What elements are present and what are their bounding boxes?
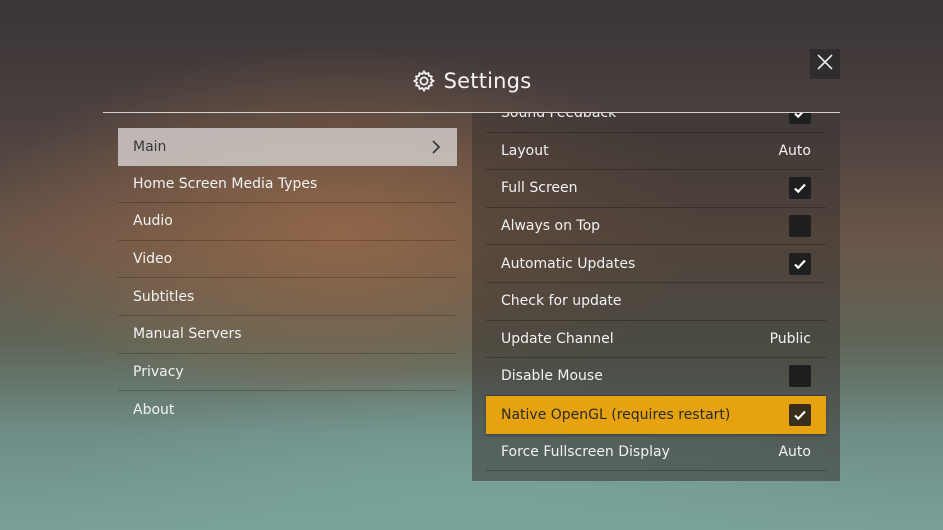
native-opengl-checkbox[interactable] <box>789 403 811 426</box>
setting-label: Full Screen <box>501 180 578 197</box>
checkmark-icon <box>794 410 806 421</box>
close-button[interactable] <box>810 49 840 79</box>
setting-row-always-on-top[interactable]: Always on Top <box>486 208 826 246</box>
disable-mouse-checkbox[interactable] <box>789 365 811 388</box>
dialog-title: Settings <box>443 69 532 93</box>
setting-label: Check for update <box>501 293 622 310</box>
setting-label: Native OpenGL (requires restart) <box>501 406 731 423</box>
setting-row-full-screen[interactable]: Full Screen <box>486 170 826 208</box>
sidebar-item-about[interactable]: About <box>118 391 457 429</box>
sidebar-item-label: Video <box>133 251 173 268</box>
full-screen-checkbox[interactable] <box>789 177 811 200</box>
checkmark-icon <box>794 184 806 194</box>
checkmark-icon <box>794 259 806 269</box>
setting-row-layout[interactable]: Layout Auto <box>486 133 826 171</box>
sidebar-item-home-screen-media-types[interactable]: Home Screen Media Types <box>118 166 457 204</box>
checkmark-icon <box>794 113 804 119</box>
setting-value: Public <box>769 330 811 347</box>
setting-label: Always on Top <box>501 218 601 235</box>
setting-value: Auto <box>778 444 811 461</box>
close-icon <box>816 53 834 75</box>
sidebar-item-privacy[interactable]: Privacy <box>118 354 457 392</box>
sidebar-item-manual-servers[interactable]: Manual Servers <box>118 316 457 354</box>
sidebar-item-label: Privacy <box>133 363 184 380</box>
sidebar-item-label: Home Screen Media Types <box>133 175 318 192</box>
setting-row-check-for-update[interactable]: Check for update <box>486 283 826 321</box>
sidebar-item-label: Subtitles <box>133 288 195 305</box>
setting-label: Disable Mouse <box>501 368 603 385</box>
sidebar-item-video[interactable]: Video <box>118 241 457 279</box>
gear-icon <box>412 69 436 93</box>
always-on-top-checkbox[interactable] <box>789 215 811 238</box>
setting-row-disable-mouse[interactable]: Disable Mouse <box>486 358 826 396</box>
sidebar-item-label: About <box>133 401 175 418</box>
settings-list: Sound Feedback Layout Auto Full Screen A… <box>486 113 826 472</box>
setting-label: Sound Feedback <box>501 113 617 122</box>
sidebar-item-main[interactable]: Main <box>118 128 457 166</box>
setting-label: Force Fullscreen Display <box>501 444 670 461</box>
setting-row-native-opengl[interactable]: Native OpenGL (requires restart) <box>486 395 826 434</box>
dialog-header: Settings <box>0 62 943 100</box>
setting-value: Auto <box>778 142 811 159</box>
setting-row-update-channel[interactable]: Update Channel Public <box>486 321 826 359</box>
setting-label: Automatic Updates <box>501 255 636 272</box>
sidebar-item-label: Audio <box>133 213 173 230</box>
sidebar-item-subtitles[interactable]: Subtitles <box>118 278 457 316</box>
setting-label: Layout <box>501 142 549 159</box>
automatic-updates-checkbox[interactable] <box>789 252 811 275</box>
setting-row-sound-feedback[interactable]: Sound Feedback <box>486 113 826 133</box>
sidebar-item-label: Manual Servers <box>133 326 242 343</box>
setting-row-force-fullscreen-display[interactable]: Force Fullscreen Display Auto <box>486 434 826 472</box>
setting-row-automatic-updates[interactable]: Automatic Updates <box>486 245 826 283</box>
settings-sidebar: Main Home Screen Media Types Audio Video… <box>118 128 457 429</box>
chevron-right-icon <box>430 140 442 154</box>
sound-feedback-checkbox[interactable] <box>789 113 811 125</box>
setting-label: Update Channel <box>501 330 614 347</box>
sidebar-item-label: Main <box>133 138 167 155</box>
settings-panel[interactable]: Sound Feedback Layout Auto Full Screen A… <box>472 113 840 481</box>
sidebar-item-audio[interactable]: Audio <box>118 203 457 241</box>
